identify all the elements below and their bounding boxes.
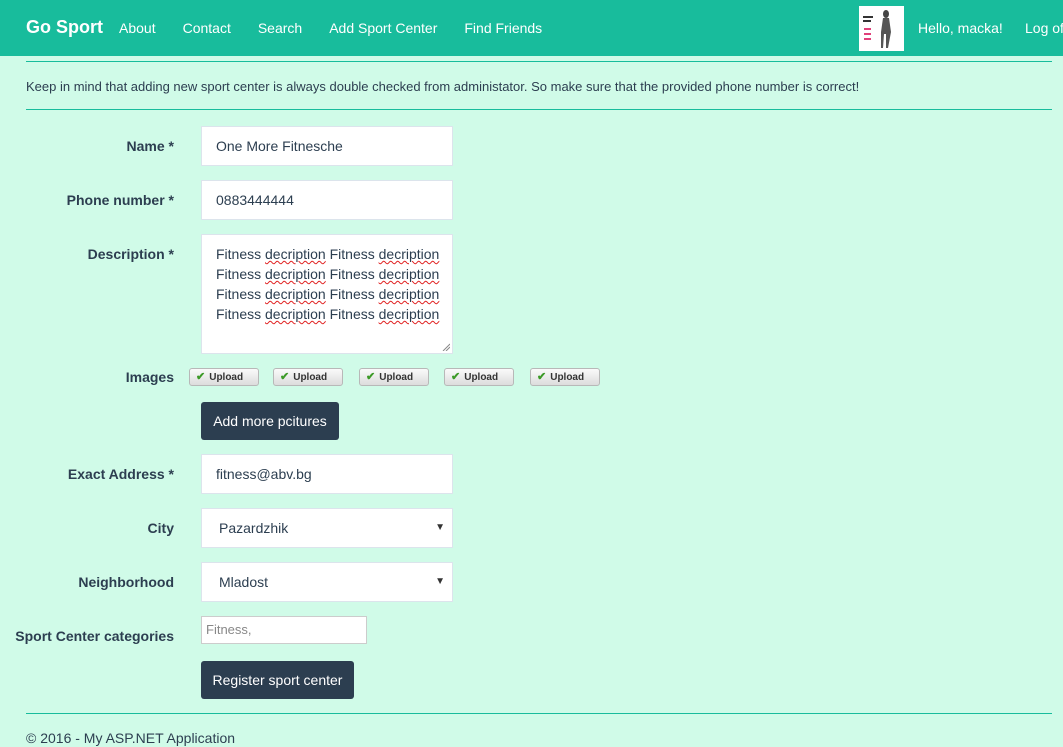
misspelled-word: decription <box>265 286 326 302</box>
misspelled-word: decription <box>378 246 440 262</box>
misspelled-word: decription <box>265 306 326 322</box>
city-label: City <box>147 520 174 536</box>
divider <box>26 713 1052 714</box>
city-value: Pazardzhik <box>219 520 289 536</box>
neighborhood-select[interactable]: Mladost ▼ <box>201 562 453 602</box>
misspelled-word: decription <box>265 246 326 262</box>
register-button[interactable]: Register sport center <box>201 661 354 699</box>
description-line: Fitness decription Fitness decription <box>216 264 440 284</box>
nav-search[interactable]: Search <box>258 0 302 56</box>
neighborhood-label: Neighborhood <box>78 574 174 590</box>
divider <box>26 109 1052 110</box>
notice-text: Keep in mind that adding new sport cente… <box>26 79 860 94</box>
text-span: Fitness <box>216 306 266 322</box>
misspelled-word: decription <box>378 306 440 322</box>
misspelled-word: decription <box>265 266 326 282</box>
upload-button[interactable]: ✔ Upload <box>189 368 259 386</box>
text-span: Fitness <box>216 246 266 262</box>
upload-button[interactable]: ✔ Upload <box>273 368 343 386</box>
text-span: Fitness <box>216 286 266 302</box>
upload-label: Upload <box>379 372 414 383</box>
user-greeting[interactable]: Hello, macka! <box>918 0 1003 56</box>
checkmark-icon: ✔ <box>366 371 376 383</box>
chevron-down-icon: ▼ <box>435 522 445 533</box>
text-span: Fitness <box>325 286 379 302</box>
text-span: Fitness <box>216 266 266 282</box>
avatar[interactable] <box>859 6 904 51</box>
resize-handle-icon[interactable] <box>442 343 450 351</box>
upload-label: Upload <box>550 372 585 383</box>
upload-button[interactable]: ✔ Upload <box>359 368 429 386</box>
phone-input[interactable]: 0883444444 <box>201 180 453 220</box>
upload-button[interactable]: ✔ Upload <box>530 368 600 386</box>
divider <box>26 61 1052 62</box>
misspelled-word: decription <box>378 266 440 282</box>
categories-input[interactable]: Fitness, <box>201 616 367 644</box>
name-input[interactable]: One More Fitnesche <box>201 126 453 166</box>
checkmark-icon: ✔ <box>451 371 461 383</box>
upload-label: Upload <box>464 372 499 383</box>
nav-about[interactable]: About <box>119 0 156 56</box>
avatar-image <box>859 6 904 51</box>
nav-add-sport-center[interactable]: Add Sport Center <box>329 0 437 56</box>
misspelled-word: decription <box>378 286 440 302</box>
logoff-link[interactable]: Log off <box>1025 0 1063 56</box>
neighborhood-value: Mladost <box>219 574 269 590</box>
description-label: Description * <box>87 246 174 262</box>
description-line: Fitness decription Fitness decription <box>216 304 440 324</box>
nav-links: About Contact Search Add Sport Center Fi… <box>119 0 569 56</box>
text-span: Fitness <box>325 306 379 322</box>
address-label: Exact Address * <box>67 466 174 482</box>
upload-label: Upload <box>209 372 244 383</box>
text-span: Fitness <box>325 246 379 262</box>
navbar: Go Sport About Contact Search Add Sport … <box>0 0 1063 56</box>
address-input[interactable]: fitness@abv.bg <box>201 454 453 494</box>
upload-button[interactable]: ✔ Upload <box>444 368 514 386</box>
checkmark-icon: ✔ <box>537 371 547 383</box>
checkmark-icon: ✔ <box>196 371 206 383</box>
description-line: Fitness decription Fitness decription <box>216 244 440 264</box>
name-label: Name * <box>126 138 174 154</box>
chevron-down-icon: ▼ <box>435 576 445 587</box>
upload-label: Upload <box>293 372 328 383</box>
categories-label: Sport Center categories <box>15 628 174 644</box>
nav-contact[interactable]: Contact <box>183 0 231 56</box>
nav-find-friends[interactable]: Find Friends <box>464 0 542 56</box>
footer-text: © 2016 - My ASP.NET Application <box>26 730 236 746</box>
city-select[interactable]: Pazardzhik ▼ <box>201 508 453 548</box>
add-pictures-button[interactable]: Add more pcitures <box>201 402 339 440</box>
phone-label: Phone number * <box>66 192 174 208</box>
brand-link[interactable]: Go Sport <box>26 17 103 38</box>
text-span: Fitness <box>325 266 379 282</box>
description-textarea[interactable]: Fitness decription Fitness decription Fi… <box>201 234 453 354</box>
images-label: Images <box>125 369 174 385</box>
description-line: Fitness decription Fitness decription <box>216 284 440 304</box>
checkmark-icon: ✔ <box>280 371 290 383</box>
